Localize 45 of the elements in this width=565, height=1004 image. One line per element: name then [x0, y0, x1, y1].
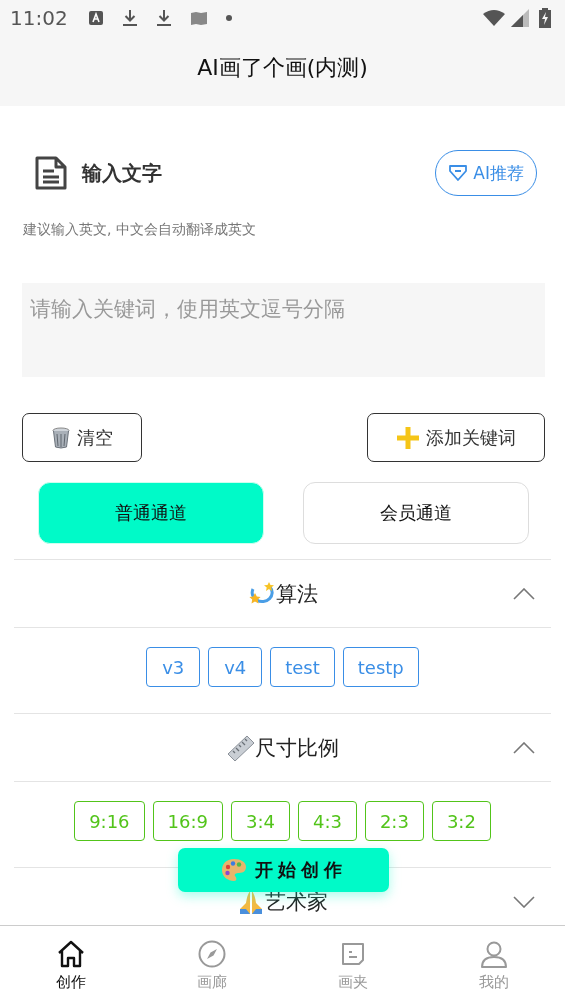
collapse-chevron-icon[interactable] — [513, 587, 535, 600]
nav-tab[interactable]: 我的 — [423, 926, 565, 1004]
download-icon — [121, 9, 138, 27]
diamond-icon — [448, 164, 469, 182]
wifi-icon — [483, 10, 505, 26]
plus-icon — [396, 425, 420, 450]
option-chip[interactable]: testp — [342, 647, 419, 687]
option-chip[interactable]: 16:9 — [152, 801, 223, 841]
section-heading: 算法 — [275, 580, 318, 608]
document-icon — [34, 155, 68, 191]
download-icon — [155, 9, 172, 27]
trash-icon — [51, 426, 71, 449]
collapse-chevron-icon[interactable] — [513, 741, 535, 754]
ai-recommend-button[interactable]: AI推荐 — [435, 150, 537, 196]
status-time: 11:02 — [10, 6, 68, 30]
add-keyword-button[interactable]: 添加关键词 — [367, 413, 545, 462]
palette-icon — [220, 858, 247, 882]
ruler-icon — [226, 734, 255, 761]
option-chip[interactable]: 9:16 — [74, 801, 145, 841]
nav-tab[interactable]: 画夹 — [282, 926, 424, 1004]
option-chip[interactable]: v3 — [146, 647, 201, 687]
option-chip[interactable]: v4 — [208, 647, 263, 687]
start-create-button[interactable]: 开始创作 — [178, 848, 389, 892]
section-heading: 尺寸比例 — [254, 734, 339, 762]
hint-text: 建议输入英文, 中文会自动翻译成英文 — [22, 221, 257, 239]
clear-button[interactable]: 清空 — [22, 413, 142, 462]
option-chip[interactable]: 3:4 — [231, 801, 290, 841]
nav-tab[interactable]: 创作 — [0, 926, 142, 1004]
font-app-icon — [87, 10, 104, 26]
nav-tab[interactable]: 画廊 — [141, 926, 283, 1004]
book-icon — [189, 10, 208, 26]
section-title: 输入文字 — [82, 159, 162, 187]
keyword-input[interactable]: 请输入关键词，使用英文逗号分隔 — [22, 283, 545, 377]
channel-tab[interactable]: 会员通道 — [303, 482, 529, 544]
option-chip[interactable]: 4:3 — [297, 801, 357, 841]
option-chip[interactable]: 2:3 — [364, 801, 424, 841]
channel-tab[interactable]: 普通通道 — [38, 482, 264, 544]
dot-icon — [225, 15, 232, 21]
option-chip[interactable]: test — [270, 647, 335, 687]
expand-chevron-icon[interactable] — [513, 895, 535, 908]
app-title: AI画了个画(内测) — [196, 54, 369, 82]
battery-icon — [539, 8, 551, 28]
compass-icon — [196, 938, 227, 969]
option-chip[interactable]: 3:2 — [431, 801, 491, 841]
signal-icon — [511, 9, 529, 27]
